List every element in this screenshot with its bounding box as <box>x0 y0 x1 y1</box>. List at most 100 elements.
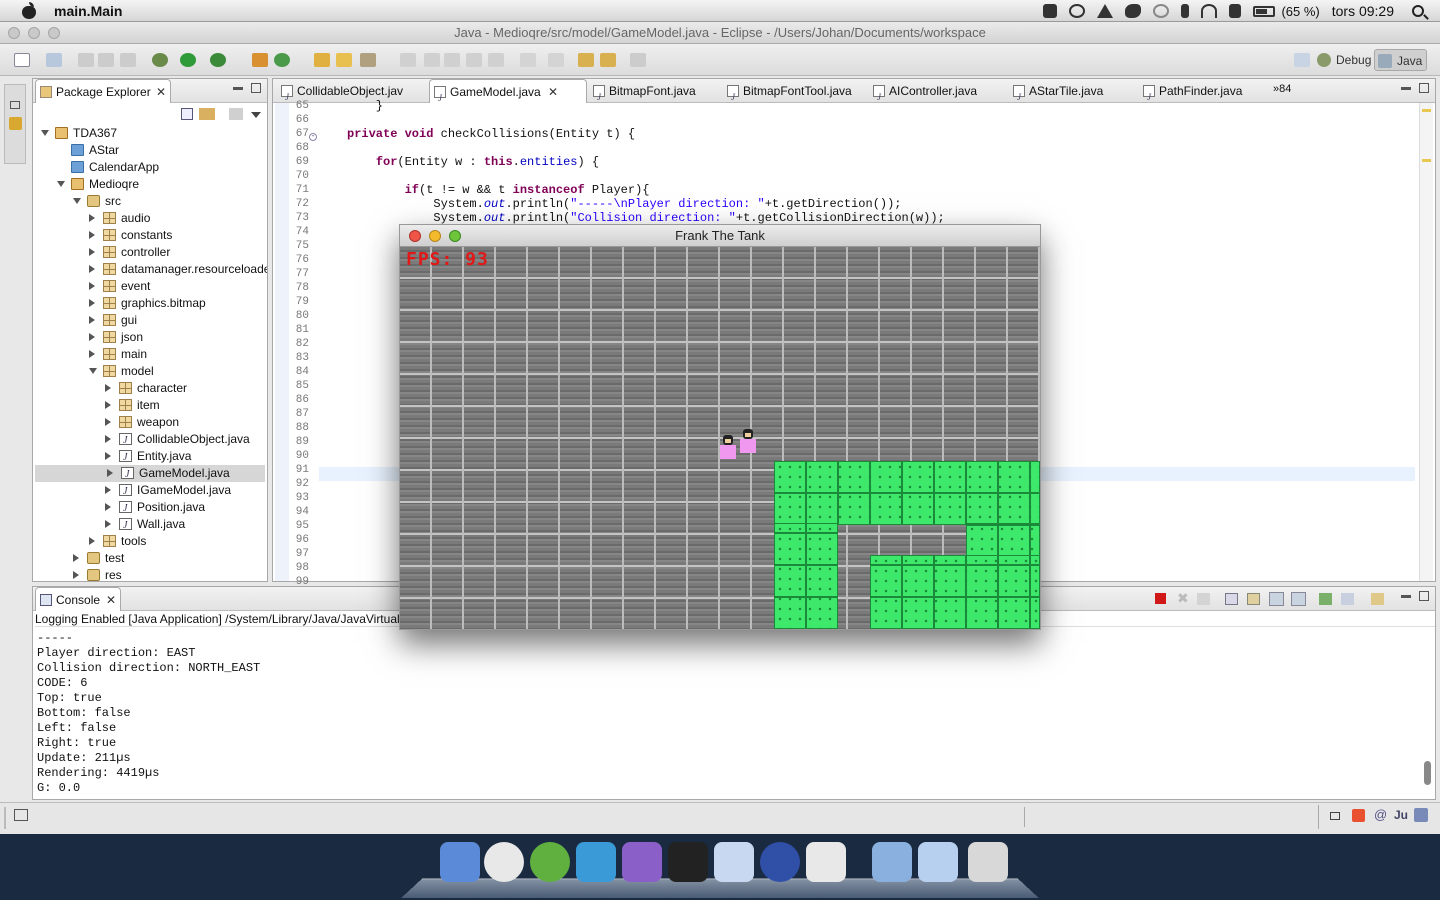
spotify-icon[interactable] <box>530 842 570 882</box>
bluetooth-icon[interactable] <box>1181 4 1190 18</box>
tree-item[interactable]: AStar <box>33 142 267 159</box>
editor-tab[interactable]: BitmapFont.java <box>589 79 721 103</box>
dropbox-icon[interactable] <box>1043 4 1058 18</box>
collapsed-twistie-icon[interactable] <box>73 571 79 579</box>
collapsed-twistie-icon[interactable] <box>89 282 95 290</box>
new-class-icon[interactable] <box>274 53 290 67</box>
maximize-view-icon[interactable] <box>251 83 261 93</box>
tree-item[interactable]: IGameModel.java <box>33 482 267 500</box>
annotation-icon[interactable] <box>400 53 416 67</box>
open-resource-icon[interactable] <box>336 53 352 67</box>
hierarchy-view-icon[interactable] <box>9 117 22 130</box>
zoom-button[interactable] <box>449 230 461 242</box>
tree-item[interactable]: Position.java <box>33 499 267 517</box>
last-edit-icon[interactable] <box>578 53 594 67</box>
tree-item[interactable]: model <box>33 363 267 380</box>
minimize-window-button[interactable] <box>28 27 40 39</box>
collapsed-twistie-icon[interactable] <box>105 435 111 443</box>
collapsed-twistie-icon[interactable] <box>89 333 95 341</box>
pin-icon[interactable] <box>444 53 460 67</box>
editor-tab[interactable]: GameModel.java ✕ <box>429 79 587 103</box>
new-package-icon[interactable] <box>252 53 268 67</box>
maximize-editor-icon[interactable] <box>1419 83 1429 93</box>
new-icon[interactable] <box>14 53 30 67</box>
open-folder-icon[interactable] <box>314 53 330 67</box>
eclipse-icon[interactable] <box>760 842 800 882</box>
print-icon[interactable] <box>120 53 136 67</box>
collapsed-twistie-icon[interactable] <box>89 214 95 222</box>
system-preferences-icon[interactable] <box>622 842 662 882</box>
collapsed-twistie-icon[interactable] <box>105 486 111 494</box>
tree-item[interactable]: Medioqre <box>33 176 267 193</box>
maximize-console-icon[interactable] <box>1419 591 1429 601</box>
collapsed-twistie-icon[interactable] <box>105 452 111 460</box>
tree-item[interactable]: event <box>33 278 267 295</box>
tab-overflow[interactable]: »84 <box>1273 83 1291 95</box>
clear-console-icon[interactable] <box>1225 593 1238 605</box>
collapsed-twistie-icon[interactable] <box>89 231 95 239</box>
zoom-window-button[interactable] <box>48 27 60 39</box>
time-machine-icon[interactable] <box>1153 4 1170 18</box>
tree-item[interactable]: Entity.java <box>33 448 267 466</box>
applications-folder-icon[interactable] <box>872 842 912 882</box>
view-menu-icon[interactable] <box>251 112 261 118</box>
close-icon[interactable]: ✕ <box>106 588 116 611</box>
collapsed-twistie-icon[interactable] <box>89 299 95 307</box>
tree-item[interactable]: constants <box>33 227 267 244</box>
tree-item[interactable]: tools <box>33 533 267 550</box>
coffee-icon[interactable] <box>806 842 846 882</box>
open-console-icon[interactable] <box>1371 593 1384 605</box>
debug-perspective-button[interactable]: Debug <box>1314 49 1375 71</box>
scroll-lock-icon[interactable] <box>1247 593 1260 605</box>
error-log-icon[interactable] <box>1352 809 1365 822</box>
save-icon[interactable] <box>78 53 94 67</box>
block-icon[interactable] <box>466 53 482 67</box>
tab-console[interactable]: Console ✕ <box>35 587 121 611</box>
spotlight-icon[interactable] <box>1412 5 1424 17</box>
finder-icon[interactable] <box>440 842 480 882</box>
open-type-icon[interactable] <box>46 53 62 67</box>
battery-icon[interactable] <box>1253 5 1276 17</box>
fast-view-icon[interactable] <box>14 809 28 821</box>
tree-item[interactable]: weapon <box>33 414 267 431</box>
tree-item[interactable]: gui <box>33 312 267 329</box>
mail-icon[interactable] <box>714 842 754 882</box>
tree-item[interactable]: CalendarApp <box>33 159 267 176</box>
tree-item[interactable]: graphics.bitmap <box>33 295 267 312</box>
collapsed-twistie-icon[interactable] <box>89 350 95 358</box>
next-annotation-icon[interactable] <box>520 53 536 67</box>
console-scrollbar-thumb[interactable] <box>1424 761 1431 785</box>
run-external-icon[interactable] <box>210 53 226 67</box>
overview-marker[interactable] <box>1422 109 1431 112</box>
back-icon[interactable] <box>600 53 616 67</box>
console-output[interactable]: Logging Enabled [Java Application] /Syst… <box>33 611 1435 799</box>
remove-all-icon[interactable] <box>1197 593 1210 605</box>
documents-folder-icon[interactable] <box>918 842 958 882</box>
overview-marker[interactable] <box>1422 159 1431 162</box>
collapsed-twistie-icon[interactable] <box>89 265 95 273</box>
save-all-icon[interactable] <box>98 53 114 67</box>
tree-item[interactable]: controller <box>33 244 267 261</box>
tree-item[interactable]: Wall.java <box>33 516 267 534</box>
tree-item[interactable]: audio <box>33 210 267 227</box>
app-menu-name[interactable]: main.Main <box>54 3 122 19</box>
tree-item[interactable]: main <box>33 346 267 363</box>
close-window-button[interactable] <box>8 27 20 39</box>
game-canvas[interactable]: FPS: 93 <box>400 247 1040 629</box>
focus-icon[interactable] <box>229 108 243 120</box>
tree-item[interactable]: datamanager.resourceloade <box>33 261 267 278</box>
debug-icon[interactable] <box>152 53 168 67</box>
fold-icon[interactable]: - <box>309 133 317 141</box>
close-button[interactable] <box>409 230 421 242</box>
search-tool-icon[interactable] <box>360 53 376 67</box>
location-icon[interactable] <box>1097 4 1114 18</box>
tree-item[interactable]: item <box>33 397 267 414</box>
tab-package-explorer[interactable]: Package Explorer ✕ <box>35 79 171 103</box>
tree-item[interactable]: GameModel.java <box>35 465 265 483</box>
close-icon[interactable]: ✕ <box>156 80 166 103</box>
show-on-error-icon[interactable] <box>1291 592 1306 606</box>
javadoc-icon[interactable]: @ <box>1374 807 1387 822</box>
display-console-icon[interactable] <box>1341 593 1354 605</box>
terminate-icon[interactable] <box>1155 593 1166 604</box>
tree-item[interactable]: character <box>33 380 267 397</box>
